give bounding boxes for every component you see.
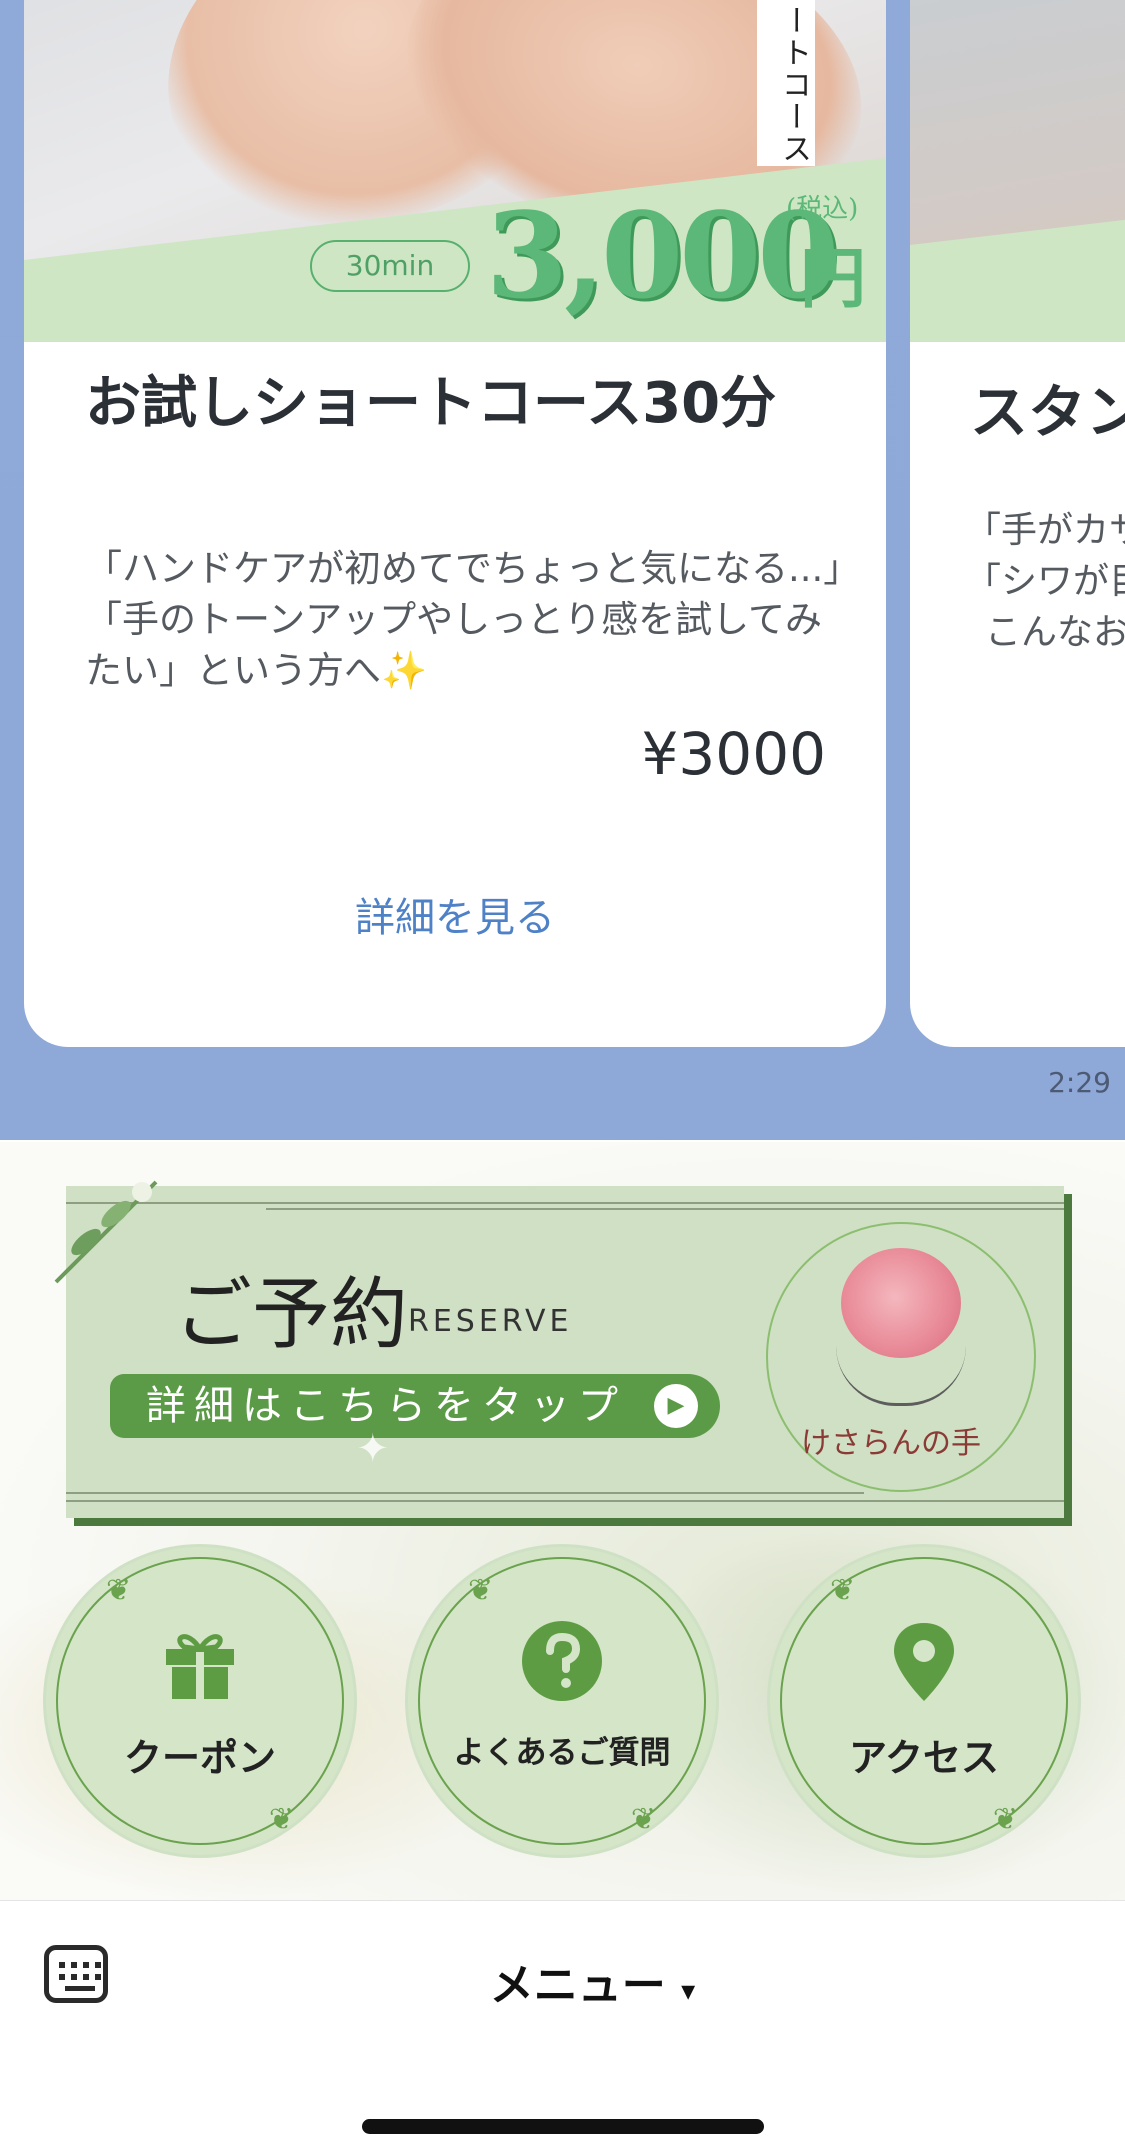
details-link[interactable]: 詳細を見る	[24, 885, 886, 943]
card-title: お試しショートコース30分	[85, 371, 777, 436]
home-indicator[interactable]	[362, 2119, 764, 2134]
chat-area: ートコース 30min 3,000 (税込) 円 お試しショートコース30分 「…	[0, 0, 1125, 1140]
reserve-title: ご予約	[174, 1270, 409, 1360]
menu-toggle[interactable]: メニュー ▾	[0, 1949, 1125, 2013]
coupon-label: クーポン	[123, 1736, 276, 1780]
card-description: 「手がカサ 「シワが目 こんなお	[965, 510, 1125, 653]
sparkle-icon: ✦	[356, 1426, 390, 1472]
coupon-button[interactable]: ❦ ❦ クーポン	[46, 1547, 354, 1855]
price-unit: 円	[800, 239, 866, 317]
card-price: ¥3000	[641, 720, 826, 788]
duration-pill: 30min	[310, 240, 470, 292]
leaf-decoration-icon	[54, 1180, 158, 1284]
banner-price: 3,000	[486, 186, 839, 325]
play-icon: ▶	[654, 1384, 698, 1428]
card-title: スタン	[970, 378, 1125, 446]
access-label: アクセス	[848, 1736, 1000, 1780]
question-icon	[408, 1619, 716, 1707]
brand-name: けさらんの手	[801, 1426, 981, 1461]
rich-menu: ご予約 RESERVE 詳細はこちらをタップ ▶ けさらんの手 ✦ ❦ ❦ クー…	[0, 1142, 1125, 1900]
caret-down-icon: ▾	[681, 1974, 696, 2007]
message-timestamp: 2:29	[1048, 1066, 1111, 1099]
gift-icon	[46, 1619, 354, 1707]
card-description: 「ハンドケアが初めてでちょっと気になる...」「手のトーンアップやしっとり感を試…	[85, 547, 842, 692]
course-vertical-label: ートコース	[757, 0, 815, 166]
reserve-subtitle: RESERVE	[408, 1304, 573, 1339]
course-card[interactable]: ートコース 30min 3,000 (税込) 円 お試しショートコース30分 「…	[24, 0, 886, 1047]
tax-note: (税込)	[786, 194, 859, 224]
course-card-next[interactable]: スタン 「手がカサ 「シワが目 こんなお	[910, 0, 1125, 1047]
faq-label: よくあるご質問	[453, 1735, 671, 1771]
access-button[interactable]: ❦ ❦ アクセス	[770, 1547, 1078, 1855]
price-banner: ートコース 30min 3,000 (税込) 円	[24, 0, 886, 342]
reserve-details-button[interactable]: 詳細はこちらをタップ ▶	[110, 1374, 720, 1438]
bottom-bar: メニュー ▾	[0, 1900, 1125, 2154]
reserve-banner[interactable]: ご予約 RESERVE 詳細はこちらをタップ ▶ けさらんの手 ✦	[54, 1180, 1064, 1518]
map-pin-icon	[770, 1619, 1078, 1707]
mascot-icon	[841, 1248, 961, 1358]
faq-button[interactable]: ❦ ❦ よくあるご質問	[408, 1547, 716, 1855]
